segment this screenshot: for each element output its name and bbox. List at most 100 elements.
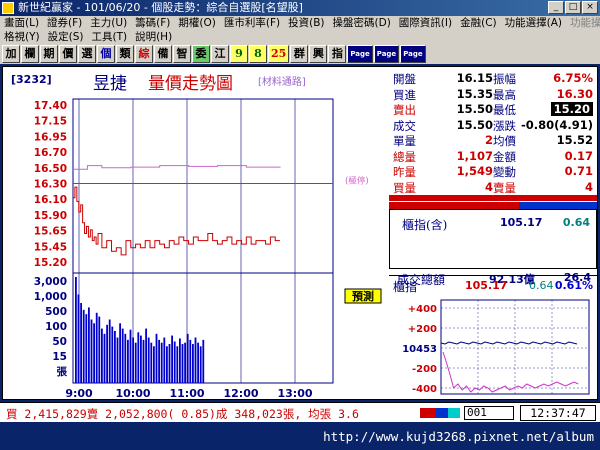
menu-item[interactable]: 畫面(L) [0, 17, 43, 29]
minimize-button[interactable]: _ [548, 1, 564, 14]
menu-item[interactable]: 操盤密碼(D) [329, 17, 395, 29]
quote-value: 15.52 [556, 133, 593, 147]
volume-bar [155, 333, 158, 383]
price-tick-label: 16.10 [34, 194, 67, 206]
toolbar-button[interactable]: 9 [230, 45, 248, 63]
volume-bar [168, 344, 171, 383]
quote-value: 2 [484, 133, 493, 147]
volume-bar [82, 309, 85, 383]
volume-bar [119, 323, 121, 383]
menu-item[interactable]: 籌碼(F) [131, 17, 174, 29]
volume-tick-label: 50 [52, 336, 67, 348]
menu-item[interactable]: 格視(Y) [0, 31, 44, 43]
quote-label: 最高 [493, 87, 516, 102]
menu-item[interactable]: 功能選擇(A) [501, 17, 566, 29]
quote-value: 1,107 [456, 148, 493, 163]
price-tick-label: 15.20 [34, 257, 67, 269]
toolbar-button[interactable]: 江 [211, 45, 229, 63]
volume-bar [147, 337, 150, 383]
toolbar-button[interactable]: Page [347, 45, 373, 63]
toolbar-button[interactable]: 欄 [21, 45, 39, 63]
volume-bar [140, 335, 142, 383]
volume-bar [176, 346, 179, 383]
quote-value: 0.71 [564, 164, 593, 178]
menu-item[interactable]: 說明(H) [131, 31, 176, 43]
forecast-badge-label: 預測 [352, 289, 374, 303]
toolbar-button[interactable]: 25 [268, 45, 290, 63]
volume-bar [150, 342, 153, 383]
menu-item[interactable]: 投資(B) [284, 17, 328, 29]
menu-item[interactable]: 功能操作(F) [566, 17, 600, 29]
menu-item[interactable]: 主力(U) [86, 17, 131, 29]
quote-value: -0.80(4.91) [520, 117, 593, 132]
menu-item[interactable]: 設定(S) [44, 31, 88, 43]
toolbar-button[interactable]: 指 [328, 45, 347, 63]
volume-bar [93, 323, 95, 383]
status-trade-summary: 買 2,415,829賣 2,052,800( 0.85)成 348,023張,… [6, 407, 359, 421]
toolbar-button[interactable]: 8 [249, 45, 267, 63]
quote-label: 開盤 [393, 72, 416, 86]
toolbar: 加欄期價選個類綜備智委江 9 8 25 群興指 Page Page Page [0, 44, 600, 64]
quote-row: 買量 4 賣量 4 [389, 180, 597, 195]
menu-item[interactable]: 匯市利率(F) [220, 17, 284, 29]
toolbar-button[interactable]: 價 [59, 45, 77, 63]
quote-row: 買進 15.35 最高 16.30 [389, 87, 597, 102]
volume-bar [145, 328, 147, 383]
toolbar-button[interactable]: 期 [40, 45, 58, 63]
toolbar-button[interactable]: 備 [154, 45, 172, 63]
volume-bar [192, 344, 194, 383]
volume-bar [129, 329, 132, 383]
volume-bar [90, 319, 93, 383]
mini-y-tick: 10453 [402, 344, 437, 355]
quote-row: 開盤 16.15 振幅 6.75% [389, 71, 597, 86]
quote-value: 4 [584, 179, 593, 194]
quote-label: 均價 [493, 134, 516, 148]
menu-item[interactable]: 證券(F) [43, 17, 86, 29]
maximize-button[interactable]: □ [565, 1, 581, 14]
volume-bar [75, 277, 77, 383]
x-tick-label: 10:00 [115, 387, 150, 400]
toolbar-button[interactable]: 智 [173, 45, 191, 63]
volume-bar [106, 324, 108, 383]
volume-tick-label: 張 [57, 366, 68, 378]
toolbar-button[interactable]: 加 [2, 45, 20, 63]
menu-item[interactable]: 金融(C) [456, 17, 501, 29]
quote-value: 1,549 [456, 164, 493, 178]
index-panel: 櫃指(含) 105.17 0.64 [389, 209, 597, 269]
price-tick-label: 16.50 [34, 163, 67, 175]
volume-tick-label: 15 [52, 351, 67, 363]
price-tick-label: 16.70 [34, 147, 67, 159]
quote-label: 變動 [493, 165, 516, 179]
index-value: 105.17 [500, 216, 543, 229]
mini-index-pct: 0.61% [554, 279, 593, 292]
volume-bar [137, 332, 140, 383]
toolbar-button[interactable]: 個 [97, 45, 115, 63]
quote-row: 昨量 1,549 變動 0.71 [389, 164, 597, 179]
toolbar-button[interactable]: 興 [309, 45, 328, 63]
quote-label: 振幅 [493, 72, 516, 86]
volume-tick-label: 500 [45, 306, 67, 318]
toolbar-button[interactable]: 選 [78, 45, 96, 63]
toolbar-button[interactable]: Page [373, 45, 400, 63]
quote-row: 賣出 15.50 最低 15.20 [389, 102, 597, 117]
watermark-url: http://www.kujd3268.pixnet.net/album [323, 429, 594, 444]
quote-label: 昨量 [393, 165, 416, 179]
volume-bar [181, 344, 184, 383]
close-button[interactable]: × [582, 1, 598, 14]
volume-bar [132, 337, 134, 383]
menu-item[interactable]: 工具(T) [87, 31, 131, 43]
quote-label: 賣量 [493, 180, 516, 195]
status-code-field[interactable]: 001 [464, 406, 514, 420]
quote-label: 金額 [493, 149, 516, 164]
volume-tick-label: 1,000 [34, 291, 67, 303]
toolbar-button[interactable]: 類 [116, 45, 134, 63]
menu-item[interactable]: 國際資訊(I) [395, 17, 456, 29]
limit-label: (極停) [345, 176, 369, 187]
toolbar-button[interactable]: 綜 [135, 45, 153, 63]
menu-item[interactable]: 期權(O) [174, 17, 219, 29]
toolbar-button[interactable]: 群 [290, 45, 309, 63]
toolbar-button[interactable]: Page [400, 45, 426, 63]
watermark-bar: http://www.kujd3268.pixnet.net/album [0, 424, 600, 450]
status-indicator-red [420, 408, 436, 418]
toolbar-button[interactable]: 委 [192, 45, 210, 63]
